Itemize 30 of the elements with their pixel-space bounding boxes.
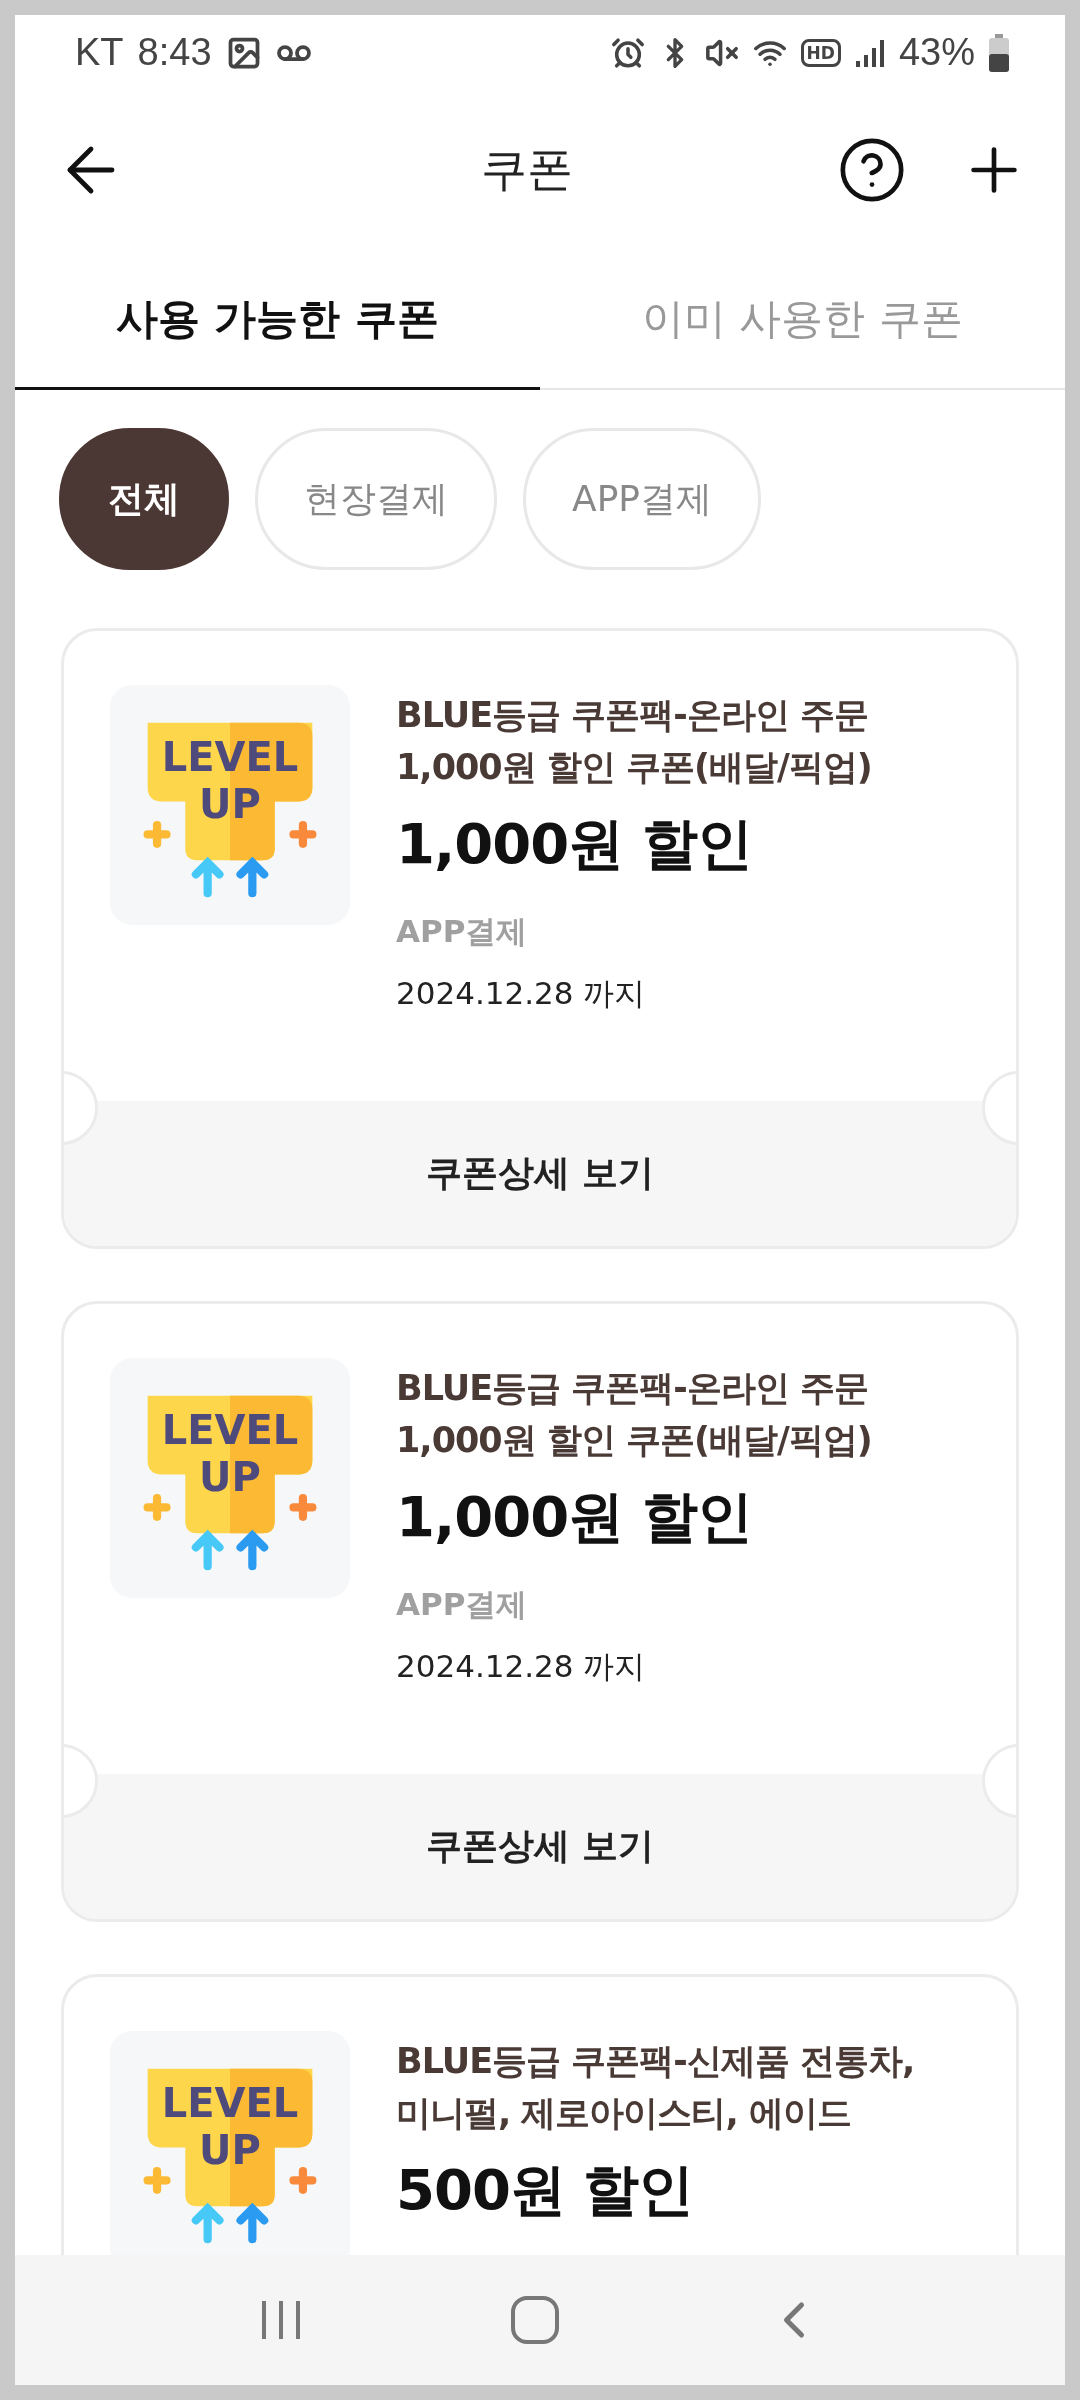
- coupon-detail-button[interactable]: 쿠폰상세 보기: [64, 1101, 1016, 1246]
- coupon-title: BLUE등급 쿠폰팩-온라인 주문 1,000원 할인 쿠폰(배달/픽업): [396, 1367, 872, 1462]
- hd-icon: HD: [800, 38, 841, 67]
- filter-chip[interactable]: APP결제: [523, 428, 762, 570]
- discount-amount: 1,000원 할인: [396, 810, 753, 878]
- discount-amount: 1,000원 할인: [396, 1483, 753, 1551]
- discount-amount: 500원 할인: [396, 2156, 695, 2224]
- coupon-title: BLUE등급 쿠폰팩-온라인 주문 1,000원 할인 쿠폰(배달/픽업): [396, 694, 872, 789]
- battery-level: 43%: [898, 31, 975, 74]
- filter-chip[interactable]: 현장결제: [255, 428, 497, 570]
- coupon-title: BLUE등급 쿠폰팩-신제품 전통차, 미니펄, 제로아이스티, 에이드: [396, 2040, 915, 2135]
- badge-text: UP: [199, 780, 261, 827]
- alarm-icon: [610, 35, 645, 70]
- badge-text: UP: [199, 1453, 261, 1500]
- page-title: 쿠폰: [480, 141, 574, 198]
- tab[interactable]: 사용 가능한 쿠폰: [15, 250, 540, 390]
- payment-method: APP결제: [396, 912, 529, 951]
- badge-text: LEVEL: [161, 1406, 299, 1453]
- badge-text: UP: [199, 2126, 261, 2173]
- battery-icon: [989, 33, 1009, 72]
- home-button[interactable]: [509, 2294, 561, 2346]
- filter-chip[interactable]: 전체: [59, 428, 229, 570]
- coupon-detail-button[interactable]: 쿠폰상세 보기: [64, 1774, 1016, 1919]
- badge-text: LEVEL: [161, 2079, 299, 2126]
- expiry-date: 2024.12.28 까지: [396, 1647, 647, 1686]
- carrier: KT: [75, 31, 124, 74]
- clock: 8:43: [137, 31, 212, 74]
- expiry-date: 2024.12.28 까지: [396, 974, 647, 1013]
- badge-text: LEVEL: [161, 733, 299, 780]
- payment-method: APP결제: [396, 1585, 529, 1624]
